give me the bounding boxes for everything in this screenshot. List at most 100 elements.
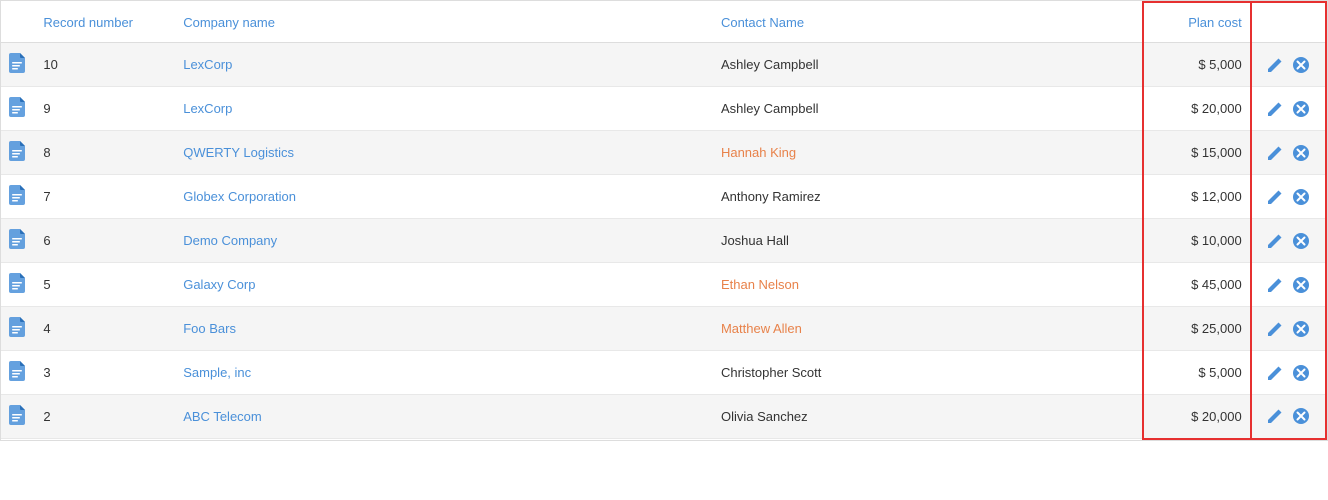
- table-row: 5 Galaxy Corp Ethan Nelson$ 45,000: [1, 263, 1326, 307]
- action-buttons: [1260, 318, 1317, 340]
- plan-cost: $ 10,000: [1143, 219, 1251, 263]
- edit-button[interactable]: [1264, 54, 1286, 76]
- edit-button[interactable]: [1264, 318, 1286, 340]
- company-name[interactable]: Sample, inc: [175, 351, 713, 395]
- document-icon: [9, 185, 25, 205]
- table-row: 3Sample, incChristopher Scott$ 5,000: [1, 351, 1326, 395]
- row-doc-icon-cell: [1, 131, 35, 175]
- actions-cell: [1251, 395, 1326, 439]
- header-record-number: Record number: [35, 2, 175, 43]
- company-name[interactable]: Globex Corporation: [175, 175, 713, 219]
- header-actions: [1251, 2, 1326, 43]
- plan-cost: $ 15,000: [1143, 131, 1251, 175]
- company-name[interactable]: Foo Bars: [175, 307, 713, 351]
- edit-button[interactable]: [1264, 98, 1286, 120]
- actions-cell: [1251, 351, 1326, 395]
- plan-cost: $ 45,000: [1143, 263, 1251, 307]
- header-icon-col: [1, 2, 35, 43]
- delete-button[interactable]: [1290, 318, 1312, 340]
- action-buttons: [1260, 54, 1317, 76]
- delete-button[interactable]: [1290, 54, 1312, 76]
- record-number: 10: [35, 43, 175, 87]
- actions-cell: [1251, 307, 1326, 351]
- company-name[interactable]: LexCorp: [175, 87, 713, 131]
- delete-button[interactable]: [1290, 274, 1312, 296]
- row-doc-icon-cell: [1, 307, 35, 351]
- delete-button[interactable]: [1290, 98, 1312, 120]
- edit-button[interactable]: [1264, 142, 1286, 164]
- company-name[interactable]: QWERTY Logistics: [175, 131, 713, 175]
- action-buttons: [1260, 142, 1317, 164]
- company-link[interactable]: LexCorp: [183, 101, 232, 116]
- plan-cost: $ 5,000: [1143, 43, 1251, 87]
- delete-button[interactable]: [1290, 142, 1312, 164]
- table-row: 4Foo BarsMatthew Allen$ 25,000: [1, 307, 1326, 351]
- delete-button[interactable]: [1290, 230, 1312, 252]
- edit-button[interactable]: [1264, 274, 1286, 296]
- record-number: 4: [35, 307, 175, 351]
- edit-button[interactable]: [1264, 186, 1286, 208]
- delete-button[interactable]: [1290, 405, 1312, 427]
- plan-cost: $ 20,000: [1143, 395, 1251, 439]
- actions-cell: [1251, 131, 1326, 175]
- table-row: 7Globex CorporationAnthony Ramirez$ 12,0…: [1, 175, 1326, 219]
- record-number: 6: [35, 219, 175, 263]
- table-row: 9 LexCorp Ashley Campbell$ 20,000: [1, 87, 1326, 131]
- actions-cell: [1251, 263, 1326, 307]
- document-icon: [9, 53, 25, 73]
- actions-cell: [1251, 43, 1326, 87]
- company-link[interactable]: ABC Telecom: [183, 409, 262, 424]
- action-buttons: [1260, 362, 1317, 384]
- company-name[interactable]: Galaxy Corp: [175, 263, 713, 307]
- document-icon: [9, 317, 25, 337]
- row-doc-icon-cell: [1, 263, 35, 307]
- company-link[interactable]: QWERTY Logistics: [183, 145, 294, 160]
- contact-name: Joshua Hall: [713, 219, 1143, 263]
- company-link[interactable]: Foo Bars: [183, 321, 236, 336]
- company-link[interactable]: Globex Corporation: [183, 189, 296, 204]
- company-name[interactable]: Demo Company: [175, 219, 713, 263]
- header-plan-cost: Plan cost: [1143, 2, 1251, 43]
- edit-button[interactable]: [1264, 405, 1286, 427]
- action-buttons: [1260, 186, 1317, 208]
- edit-button[interactable]: [1264, 362, 1286, 384]
- row-doc-icon-cell: [1, 351, 35, 395]
- company-link[interactable]: LexCorp: [183, 57, 232, 72]
- main-table-container: Record number Company name Contact Name …: [0, 0, 1328, 441]
- contact-name: Christopher Scott: [713, 351, 1143, 395]
- row-doc-icon-cell: [1, 43, 35, 87]
- contact-name: Ashley Campbell: [713, 87, 1143, 131]
- document-icon: [9, 405, 25, 425]
- table-row: 6 Demo Company Joshua Hall$ 10,000: [1, 219, 1326, 263]
- row-doc-icon-cell: [1, 87, 35, 131]
- action-buttons: [1260, 230, 1317, 252]
- contact-name: Ethan Nelson: [713, 263, 1143, 307]
- company-name[interactable]: ABC Telecom: [175, 395, 713, 439]
- actions-cell: [1251, 87, 1326, 131]
- document-icon: [9, 273, 25, 293]
- header-contact-name: Contact Name: [713, 2, 1143, 43]
- document-icon: [9, 361, 25, 381]
- document-icon: [9, 229, 25, 249]
- table-row: 10 LexCorp Ashley Campbell$ 5,000: [1, 43, 1326, 87]
- contact-name: Hannah King: [713, 131, 1143, 175]
- delete-button[interactable]: [1290, 186, 1312, 208]
- delete-button[interactable]: [1290, 362, 1312, 384]
- record-number: 5: [35, 263, 175, 307]
- company-name[interactable]: LexCorp: [175, 43, 713, 87]
- contact-name: Matthew Allen: [713, 307, 1143, 351]
- contact-name: Ashley Campbell: [713, 43, 1143, 87]
- record-number: 3: [35, 351, 175, 395]
- company-link[interactable]: Sample, inc: [183, 365, 251, 380]
- company-link[interactable]: Galaxy Corp: [183, 277, 255, 292]
- company-link[interactable]: Demo Company: [183, 233, 277, 248]
- record-number: 2: [35, 395, 175, 439]
- table-row: 2ABC TelecomOlivia Sanchez$ 20,000: [1, 395, 1326, 439]
- plan-cost: $ 20,000: [1143, 87, 1251, 131]
- record-number: 9: [35, 87, 175, 131]
- records-table: Record number Company name Contact Name …: [1, 1, 1327, 440]
- edit-button[interactable]: [1264, 230, 1286, 252]
- contact-name: Anthony Ramirez: [713, 175, 1143, 219]
- action-buttons: [1260, 405, 1317, 427]
- actions-cell: [1251, 175, 1326, 219]
